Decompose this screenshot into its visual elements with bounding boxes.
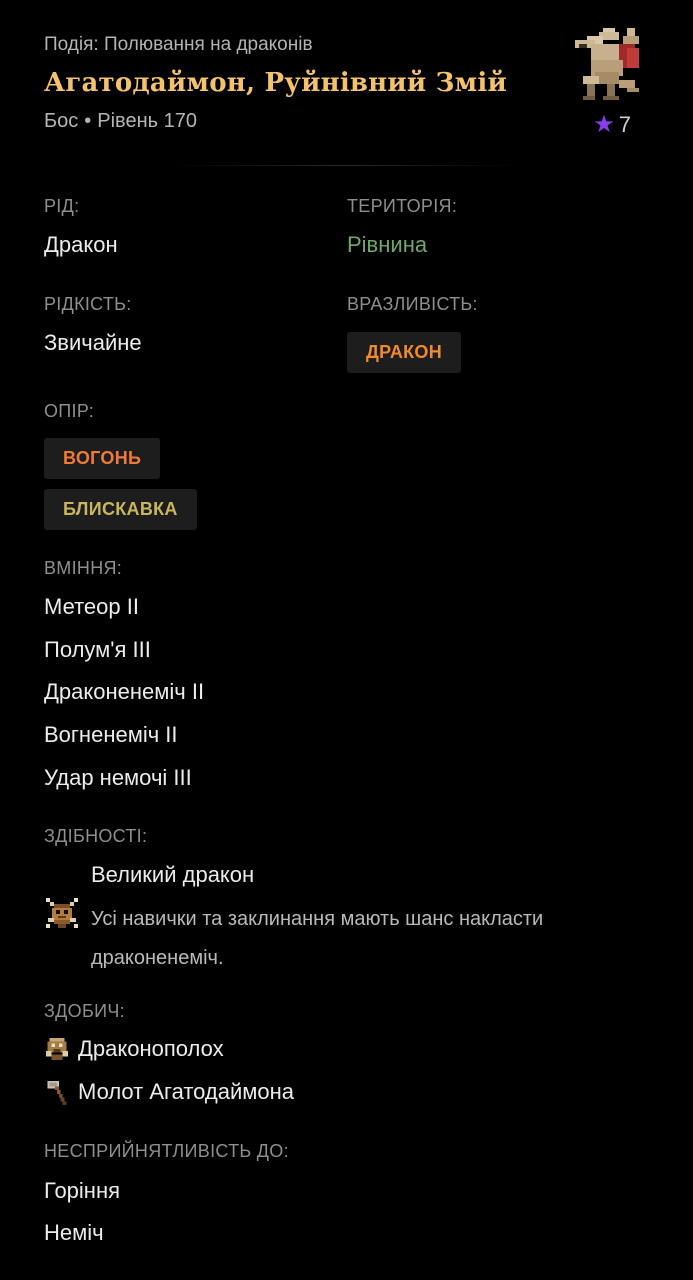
resistance-label: ОПІР:	[44, 401, 95, 421]
resistance-chip-fire[interactable]: ВОГОНЬ	[44, 438, 161, 479]
weakness-label: ВРАЗЛИВІСТЬ:	[347, 294, 478, 314]
race-label: РІД:	[44, 196, 80, 216]
dragon-scare-icon	[45, 1037, 69, 1061]
abilities-label: ЗДІБНОСТІ:	[44, 826, 148, 846]
loot-item-name: Молот Агатодаймона	[78, 1079, 295, 1104]
skill-item[interactable]: Метеор II	[44, 594, 139, 620]
immunities-label: НЕСПРИЙНЯТЛИВІСТЬ ДО:	[44, 1141, 289, 1161]
monster-header: Подія: Полювання на драконів Агатодаймон…	[44, 28, 653, 144]
event-title: Подія: Полювання на драконів	[44, 34, 313, 55]
header-divider	[170, 165, 520, 166]
skills-label: ВМІННЯ:	[44, 558, 123, 578]
bug-badge-icon	[46, 898, 78, 928]
star-rating: ★ 7	[593, 110, 631, 139]
rarity-value: Звичайне	[44, 330, 142, 355]
monster-type: Бос	[44, 110, 79, 132]
ability-description: Усі навички та заклинання мають шанс нак…	[91, 908, 544, 969]
skill-item[interactable]: Полум'я III	[44, 637, 151, 663]
loot-item[interactable]: Молот Агатодаймона	[44, 1079, 294, 1105]
loot-item[interactable]: Драконополох	[44, 1036, 224, 1062]
star-count: 7	[618, 112, 631, 137]
skill-item[interactable]: Вогненеміч II	[44, 722, 178, 748]
star-icon: ★	[593, 111, 615, 138]
dragon-portrait-icon	[575, 28, 639, 100]
weakness-chip-dragon[interactable]: ДРАКОН	[347, 332, 462, 373]
skill-item[interactable]: Драконенеміч II	[44, 679, 204, 705]
immunity-item[interactable]: Горіння	[44, 1178, 120, 1204]
ability-title: Великий дракон	[91, 862, 255, 887]
hammer-icon	[47, 1080, 67, 1105]
loot-item-name: Драконополох	[78, 1036, 224, 1061]
resistance-chip-lightning[interactable]: БЛИСКАВКА	[44, 489, 197, 530]
immunity-item[interactable]: Неміч	[44, 1220, 104, 1246]
rarity-label: РІДКІСТЬ:	[44, 294, 132, 314]
separator-dot: •	[84, 110, 92, 132]
race-value: Дракон	[44, 232, 118, 257]
territory-value[interactable]: Рівнина	[347, 232, 427, 258]
skill-item[interactable]: Удар немочі III	[44, 765, 192, 791]
territory-label: ТЕРИТОРІЯ:	[347, 196, 458, 216]
loot-label: ЗДОБИЧ:	[44, 1001, 125, 1021]
monster-name: Агатодаймон, Руйнівний Змій	[44, 68, 507, 98]
monster-subline: Бос • Рівень 170	[44, 110, 197, 133]
monster-level: Рівень 170	[97, 110, 197, 132]
